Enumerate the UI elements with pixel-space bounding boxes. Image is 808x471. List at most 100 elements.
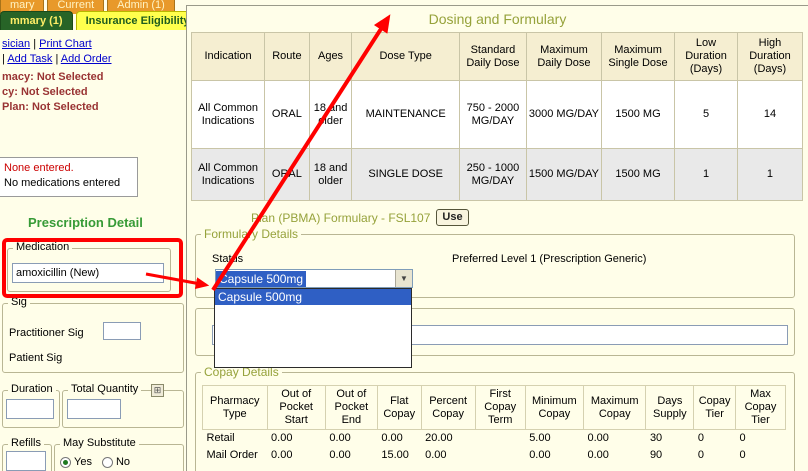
tab-insurance-eligibility[interactable]: Insurance Eligibility — [76, 11, 200, 30]
table-cell: 0 — [694, 430, 736, 448]
radio-button-icon — [60, 457, 71, 468]
may-substitute-fieldset: May Substitute YesNo — [54, 444, 184, 471]
table-cell: 1 — [675, 149, 738, 201]
table-cell: 0.00 — [583, 430, 645, 448]
practitioner-sig-input[interactable] — [103, 322, 141, 340]
plan-status-line: Plan: Not Selected — [2, 101, 99, 113]
column-header: Copay Tier — [694, 386, 736, 430]
total-quantity-fieldset: Total Quantity ⊞ — [62, 390, 184, 428]
add-order-link[interactable]: Add Order — [61, 53, 112, 65]
separator: | — [33, 38, 36, 50]
dosing-table: IndicationRouteAgesDose TypeStandard Dai… — [191, 32, 803, 201]
column-header: First Copay Term — [475, 386, 525, 430]
table-cell: 5.00 — [525, 430, 583, 448]
dose-form-combobox[interactable]: Capsule 500mg ▼ — [215, 269, 413, 288]
table-row: Mail Order0.000.0015.000.000.000.009000 — [203, 447, 786, 464]
may-substitute-radio-group: Yes No — [60, 456, 130, 468]
may-substitute-label: May Substitute — [60, 437, 139, 449]
table-cell — [475, 430, 525, 448]
table-cell: 0.00 — [267, 447, 325, 464]
table-cell: 20.00 — [421, 430, 475, 448]
may-substitute-option-no[interactable]: No — [102, 456, 130, 468]
link-row-1: sician | Print Chart — [2, 38, 92, 50]
plan-formulary-line: Plan (PBMA) Formulary - FSL107 Use — [251, 209, 469, 226]
medication-input[interactable]: amoxicillin (New) — [12, 263, 164, 283]
combobox-dropdown-arrow-icon[interactable]: ▼ — [395, 270, 412, 287]
table-cell: 1500 MG/DAY — [526, 149, 601, 201]
column-header: Pharmacy Type — [203, 386, 268, 430]
table-cell: 3000 MG/DAY — [526, 81, 601, 149]
sig-fieldset: Sig Practitioner Sig Patient Sig — [2, 303, 184, 373]
copay-table-header-row: Pharmacy TypeOut of Pocket StartOut of P… — [203, 386, 786, 430]
table-cell: 18 and older — [309, 149, 352, 201]
total-quantity-label: Total Quantity — [68, 383, 141, 395]
table-cell: 18 and older — [309, 81, 352, 149]
column-header: Out of Pocket End — [325, 386, 377, 430]
column-header: Maximum Daily Dose — [526, 33, 601, 81]
table-cell: 0.00 — [325, 430, 377, 448]
separator: | — [55, 53, 58, 65]
table-cell: All Common Indications — [192, 149, 265, 201]
total-quantity-input[interactable] — [67, 399, 121, 419]
sig-label: Sig — [8, 296, 30, 308]
table-cell: 5 — [675, 81, 738, 149]
table-cell: 0.00 — [325, 447, 377, 464]
dose-form-dropdown-list: Capsule 500mg — [214, 288, 412, 368]
formulary-details-legend: Formulary Details — [201, 227, 301, 241]
table-cell: MAINTENANCE — [352, 81, 460, 149]
no-medications-text: No medications entered — [4, 176, 132, 191]
radio-button-icon — [102, 457, 113, 468]
use-button[interactable]: Use — [436, 209, 468, 226]
column-header: Days Supply — [646, 386, 694, 430]
plan-formulary-label: Plan (PBMA) Formulary - FSL107 — [251, 211, 430, 225]
tab-summary[interactable]: mmary (1) — [0, 11, 73, 30]
column-header: Indication — [192, 33, 265, 81]
dropdown-list-item[interactable]: Capsule 500mg — [215, 289, 411, 305]
duration-fieldset: Duration — [2, 390, 60, 428]
table-row: All Common IndicationsORAL18 and olderMA… — [192, 81, 803, 149]
medication-fieldset: Medication amoxicillin (New) — [7, 248, 171, 292]
table-cell: 750 - 2000 MG/DAY — [459, 81, 526, 149]
refills-label: Refills — [8, 437, 44, 449]
copay-table: Pharmacy TypeOut of Pocket StartOut of P… — [202, 385, 786, 464]
table-cell: 1 — [737, 149, 802, 201]
radio-option-label: Yes — [74, 456, 92, 468]
table-cell: 0.00 — [267, 430, 325, 448]
table-cell: 0 — [735, 430, 785, 448]
column-header: Out of Pocket Start — [267, 386, 325, 430]
may-substitute-option-yes[interactable]: Yes — [60, 456, 92, 468]
table-cell: 0 — [694, 447, 736, 464]
table-row: All Common IndicationsORAL18 and olderSI… — [192, 149, 803, 201]
duration-label: Duration — [8, 383, 56, 395]
second-tab-bar: mmary (1) Insurance Eligibility — [0, 11, 200, 30]
quantity-calculator-button[interactable]: ⊞ — [151, 384, 164, 397]
table-row: Retail0.000.000.0020.005.000.003000 — [203, 430, 786, 448]
column-header: Percent Copay — [421, 386, 475, 430]
medication-alert-box: None entered. No medications entered — [0, 157, 138, 197]
duration-input[interactable] — [6, 399, 54, 419]
column-header: Ages — [309, 33, 352, 81]
dosing-table-header-row: IndicationRouteAgesDose TypeStandard Dai… — [192, 33, 803, 81]
print-chart-link[interactable]: Print Chart — [39, 38, 92, 50]
table-cell: 250 - 1000 MG/DAY — [459, 149, 526, 201]
practitioner-sig-label: Practitioner Sig — [9, 327, 84, 339]
table-cell: ORAL — [265, 81, 310, 149]
table-cell: 30 — [646, 430, 694, 448]
table-cell: 0 — [735, 447, 785, 464]
copay-details-fieldset: Copay Details Pharmacy TypeOut of Pocket… — [195, 372, 795, 471]
add-task-link[interactable]: Add Task — [7, 53, 52, 65]
status-label: Status — [212, 253, 243, 265]
screen: maryCurrentAdmin (1) mmary (1) Insurance… — [0, 0, 808, 471]
table-cell: 90 — [646, 447, 694, 464]
table-cell: 14 — [737, 81, 802, 149]
refills-input[interactable] — [6, 451, 46, 471]
column-header: High Duration (Days) — [737, 33, 802, 81]
table-cell: SINGLE DOSE — [352, 149, 460, 201]
panel-title: Dosing and Formulary — [187, 11, 808, 27]
refills-fieldset: Refills — [2, 444, 52, 471]
table-cell: 1500 MG — [602, 149, 675, 201]
column-header: Low Duration (Days) — [675, 33, 738, 81]
column-header: Standard Daily Dose — [459, 33, 526, 81]
physician-link[interactable]: sician — [2, 38, 30, 50]
pharmacy-status-line: macy: Not Selected — [2, 71, 103, 83]
